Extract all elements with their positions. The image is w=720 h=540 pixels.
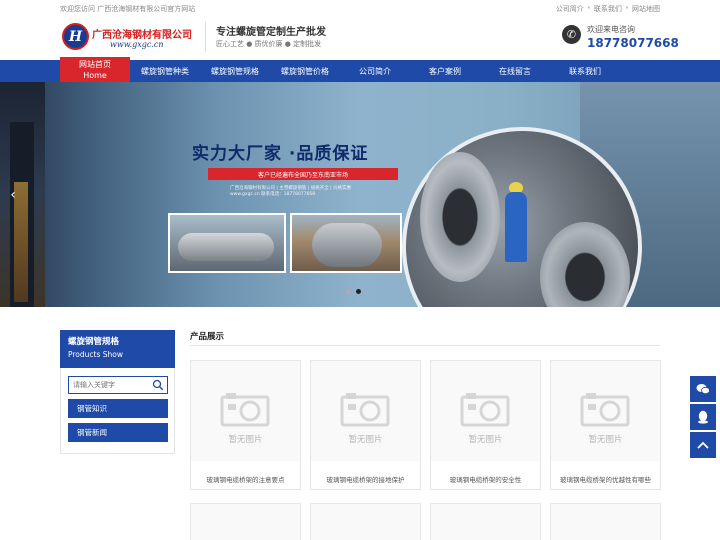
back-to-top-icon [697,441,709,449]
no-image-text: 暂无图片 [468,435,503,445]
nav-home-label: 网站首页 [79,59,111,69]
main-nav: 网站首页 Home 螺旋钢管种类 螺旋钢管规格 螺旋钢管价格 公司简介 客户案例… [0,57,720,82]
sidebar-body: 钢管知识 钢管新闻 [60,368,175,454]
product-caption[interactable]: 玻璃钢电缆桥架的优越性有哪些 [551,474,660,484]
nav-home-en: Home [83,70,107,80]
company-name: 广西沧海钢材有限公司 [92,30,192,41]
no-image-text: 暂无图片 [228,435,263,445]
carousel-dot-active[interactable] [356,289,361,294]
product-caption[interactable]: 玻璃钢电缆桥架的注意要点 [191,474,300,484]
header: H 广西沧海钢材有限公司 www.gxgc.cn 专注螺旋管定制生产批发 匠心工… [0,18,720,60]
product-card[interactable]: 暂无图片 玻璃钢电缆桥架的安全性 [430,360,541,490]
slogan-subtitle: 匠心工艺 ● 质优价廉 ● 定制批发 [216,40,322,48]
hotline-number: 18778077668 [587,36,679,50]
products-title: 产品展示 [190,330,660,346]
header-divider [205,22,206,52]
sidebar-header: 螺旋钢管规格 Products Show [60,330,175,368]
no-image-text: 暂无图片 [348,435,383,445]
product-image-placeholder: 暂无图片 [191,361,300,461]
wechat-icon [696,384,710,395]
float-back-to-top[interactable] [690,432,716,458]
product-card[interactable]: 暂无图片 玻璃钢电缆桥架的优越性有哪些 [550,360,661,490]
product-card[interactable] [430,503,541,540]
slogan-title: 专注螺旋管定制生产批发 [216,27,326,38]
banner-headline: 实力大厂家 ·品质保证 [192,144,369,164]
banner-pipe-end [420,152,500,282]
nav-item-about[interactable]: 公司简介 [350,60,400,82]
logo[interactable]: H 广西沧海钢材有限公司 www.gxgc.cn [62,23,192,53]
search-input[interactable] [69,377,153,393]
no-image-text: 暂无图片 [588,435,623,445]
product-image-placeholder: 暂无图片 [431,361,540,461]
camera-icon [460,393,510,427]
banner-thumb-pipes [290,213,402,273]
camera-icon [220,393,270,427]
product-card[interactable] [550,503,661,540]
camera-icon [340,393,390,427]
logo-mark-icon: H [62,23,89,50]
product-image-placeholder: 暂无图片 [311,361,420,461]
hotline-label: 欢迎来电咨询 [587,25,635,34]
product-card[interactable] [310,503,421,540]
top-link-contact[interactable]: 联系我们 [594,4,622,14]
sidebar: 螺旋钢管规格 Products Show 钢管知识 钢管新闻 [60,330,175,454]
phone-icon: ✆ [562,25,581,44]
top-links: 公司简介 • 联系我们 • 网站地图 [556,4,660,14]
banner-thumb-pipes [168,213,286,273]
float-qq[interactable] [690,404,716,430]
top-link-sitemap[interactable]: 网站地图 [632,4,660,14]
carousel-prev-icon[interactable]: ‹ [6,186,20,204]
qq-icon [698,410,708,424]
carousel-dot[interactable] [346,289,351,294]
sidebar-title: 螺旋钢管规格 [68,337,120,347]
banner-small-text: 广西沧海钢材有限公司 | 主营螺旋钢管 | 规格齐全 | 价格实惠 www.gx… [230,186,351,198]
banner-worker [505,192,527,262]
camera-icon [580,393,630,427]
nav-item-types[interactable]: 螺旋钢管种类 [135,60,195,82]
product-caption[interactable]: 玻璃钢电缆桥架的接地保护 [311,474,420,484]
carousel-dots [346,289,361,294]
search-icon[interactable] [152,379,164,391]
nav-item-home[interactable]: 网站首页 Home [60,57,130,82]
hotline: ✆ 欢迎来电咨询 18778077668 [562,22,679,52]
product-card[interactable]: 暂无图片 玻璃钢电缆桥架的注意要点 [190,360,301,490]
float-wechat[interactable] [690,376,716,402]
welcome-text: 欢迎您访问 广西沧海钢材有限公司官方网站 [60,5,196,13]
sidebar-link-knowledge[interactable]: 钢管知识 [68,399,168,418]
nav-item-cases[interactable]: 客户案例 [420,60,470,82]
search-box [68,376,168,394]
nav-item-specs[interactable]: 螺旋钢管规格 [205,60,265,82]
nav-item-contact[interactable]: 联系我们 [560,60,610,82]
sidebar-subtitle: Products Show [68,350,124,359]
separator-dot: • [586,4,591,12]
top-bar: 欢迎您访问 广西沧海钢材有限公司官方网站 公司简介 • 联系我们 • 网站地图 [0,0,720,18]
product-image-placeholder: 暂无图片 [551,361,660,461]
nav-item-prices[interactable]: 螺旋钢管价格 [275,60,335,82]
company-url: www.gxgc.cn [110,40,164,49]
nav-item-message[interactable]: 在线留言 [490,60,540,82]
sidebar-link-news[interactable]: 钢管新闻 [68,423,168,442]
products-section: 产品展示 暂无图片 玻璃钢电缆桥架的注意要点 暂无图片 玻璃钢电缆桥架的接地保护… [190,330,661,540]
top-link-about[interactable]: 公司简介 [556,4,584,14]
hero-banner[interactable]: 实力大厂家 ·品质保证 客户已经遍布全国乃至东南亚市场 广西沧海钢材有限公司 |… [0,82,720,307]
content-area: 螺旋钢管规格 Products Show 钢管知识 钢管新闻 产品展示 [0,307,720,540]
product-caption[interactable]: 玻璃钢电缆桥架的安全性 [431,474,540,484]
banner-ribbon: 客户已经遍布全国乃至东南亚市场 [208,168,398,180]
separator-dot: • [624,4,629,12]
product-card[interactable]: 暂无图片 玻璃钢电缆桥架的接地保护 [310,360,421,490]
banner-small-line: www.gxgc.cn 联系电话：18778077668 [230,192,316,197]
product-card[interactable] [190,503,301,540]
